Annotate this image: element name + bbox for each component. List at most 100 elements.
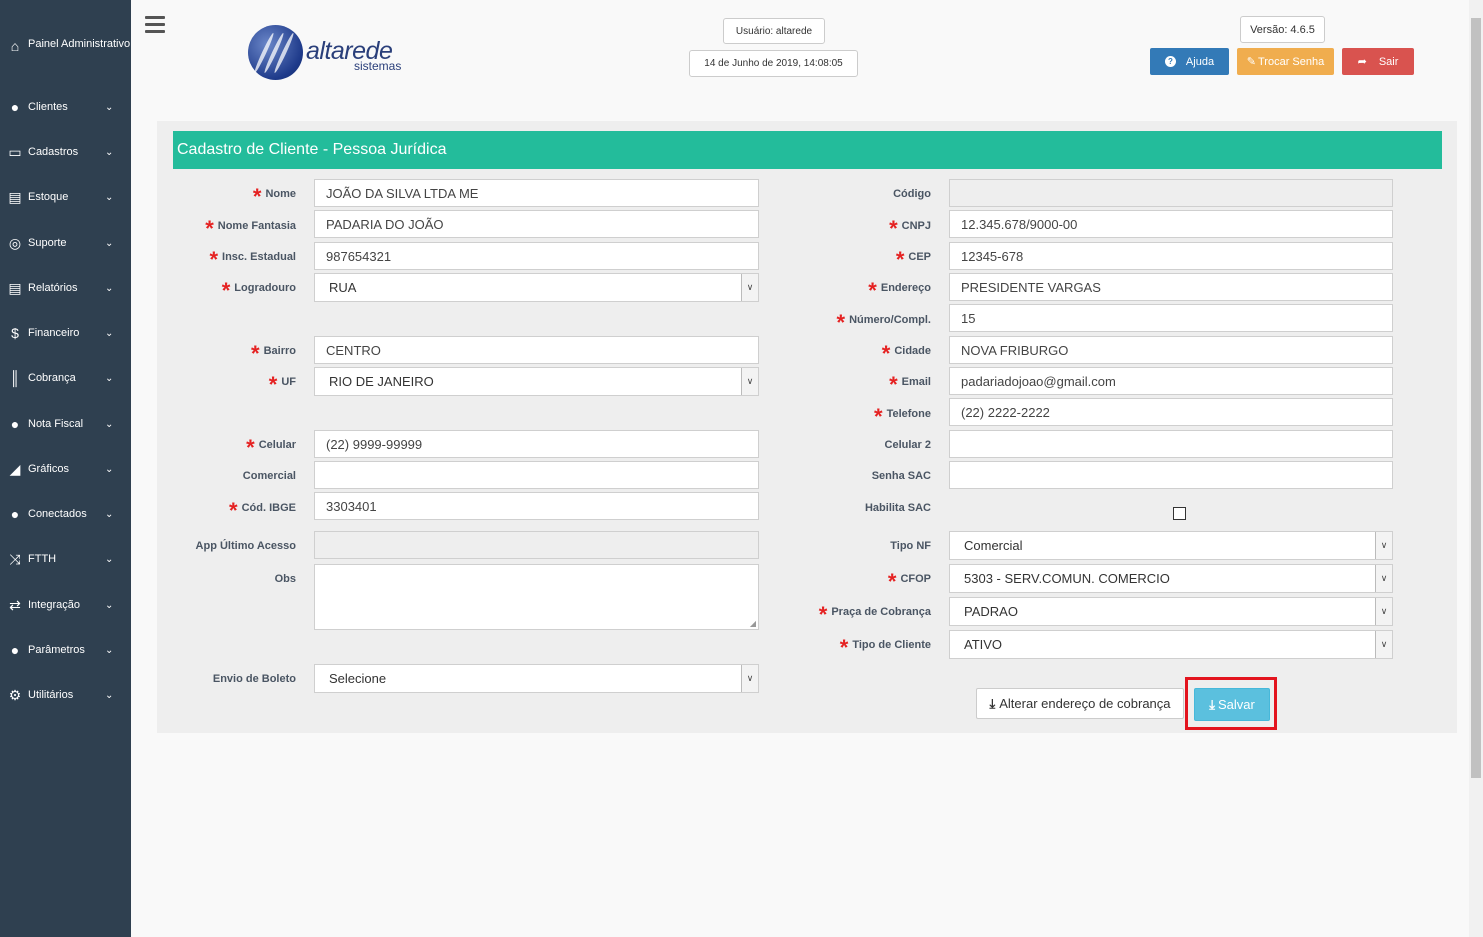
- retweet-icon: ⇄: [9, 596, 21, 613]
- dollar-icon: $: [11, 325, 19, 341]
- user-badge: Usuário: altarede: [723, 18, 825, 44]
- sidebar-item-financeiro[interactable]: $ Financeiro ⌄: [0, 318, 131, 348]
- tipo-cliente-select[interactable]: ATIVO ∨: [949, 630, 1393, 659]
- user-icon: ●: [10, 416, 20, 432]
- chevron-down-icon: ⌄: [105, 327, 114, 339]
- sidebar-item-estoque[interactable]: ▤ Estoque ⌄: [0, 182, 131, 212]
- alterar-endereco-cobranca-button[interactable]: ⤓ Alterar endereço de cobrança: [976, 688, 1184, 719]
- logout-button[interactable]: ➦ Sair: [1342, 48, 1414, 75]
- users-icon: ●: [10, 506, 20, 522]
- obs-textarea[interactable]: ◢: [314, 564, 759, 630]
- celular2-field[interactable]: [949, 430, 1393, 458]
- label-numero: * Número/Compl.: [836, 310, 931, 335]
- alterar-label: Alterar endereço de cobrança: [999, 696, 1171, 711]
- sidebar-item-label: Relatórios: [28, 282, 78, 294]
- required-asterisk-icon: *: [229, 498, 238, 523]
- bairro-field[interactable]: CENTRO: [314, 336, 759, 364]
- required-asterisk-icon: *: [268, 372, 278, 397]
- cfop-select[interactable]: 5303 - SERV.COMUN. COMERCIO ∨: [949, 564, 1393, 593]
- sidebar-item-label: Parâmetros: [28, 644, 85, 656]
- chevron-down-icon: ⌄: [105, 191, 114, 203]
- edit-icon: ✎: [1246, 56, 1256, 68]
- cod-ibge-field[interactable]: 3303401: [314, 492, 759, 520]
- barcode-icon: ║: [10, 370, 20, 386]
- sidebar-item-clientes[interactable]: ● Clientes ⌄: [0, 92, 131, 122]
- save-button[interactable]: ⤓ Salvar: [1194, 688, 1270, 721]
- chevron-down-icon: ⌄: [105, 644, 114, 656]
- envio-boleto-select[interactable]: Selecione ∨: [314, 664, 759, 693]
- insc-estadual-field[interactable]: 987654321: [314, 242, 759, 270]
- help-button[interactable]: ? Ajuda: [1150, 48, 1229, 75]
- required-asterisk-icon: *: [874, 404, 883, 429]
- label-insc-estadual: * Insc. Estadual: [209, 247, 296, 272]
- sidebar-item-label: Nota Fiscal: [28, 418, 84, 430]
- scrollbar-thumb[interactable]: [1471, 18, 1481, 778]
- sidebar-item-suporte[interactable]: ◎ Suporte ⌄: [0, 228, 131, 258]
- label-envio-boleto: Envio de Boleto: [212, 673, 296, 685]
- required-asterisk-icon: *: [887, 569, 897, 594]
- save-label: Salvar: [1217, 697, 1255, 712]
- sidebar-item-graficos[interactable]: ◢ Gráficos ⌄: [0, 454, 131, 484]
- question-icon: ?: [1164, 56, 1176, 67]
- sidebar-item-ftth[interactable]: ⤨ FTTH ⌄: [0, 544, 131, 574]
- numero-field[interactable]: 15: [949, 304, 1393, 332]
- nome-fantasia-field[interactable]: PADARIA DO JOÃO: [314, 210, 759, 238]
- habilita-sac-checkbox[interactable]: [1173, 507, 1186, 520]
- datetime-badge: 14 de Junho de 2019, 14:08:05: [689, 50, 858, 77]
- endereco-field[interactable]: PRESIDENTE VARGAS: [949, 273, 1393, 301]
- senha-sac-field[interactable]: [949, 461, 1393, 489]
- tipo-nf-value: Comercial: [964, 538, 1023, 553]
- label-uf: * UF: [268, 372, 296, 397]
- share-icon: ➦: [1357, 56, 1367, 68]
- label-codigo: Código: [893, 188, 931, 200]
- logradouro-select[interactable]: RUA ∨: [314, 273, 759, 302]
- resize-grip-icon[interactable]: ◢: [750, 619, 756, 628]
- praca-cobranca-select[interactable]: PADRAO ∨: [949, 597, 1393, 626]
- email-field[interactable]: padariadojoao@gmail.com: [949, 367, 1393, 395]
- change-password-button[interactable]: ✎ Trocar Senha: [1237, 48, 1334, 75]
- sidebar-item-conectados[interactable]: ● Conectados ⌄: [0, 499, 131, 529]
- sidebar-item-cadastros[interactable]: ▭ Cadastros ⌄: [0, 137, 131, 167]
- celular-field[interactable]: (22) 9999-99999: [314, 430, 759, 458]
- label-cep: * CEP: [895, 247, 931, 272]
- cep-field[interactable]: 12345-678: [949, 242, 1393, 270]
- scrollbar[interactable]: [1469, 0, 1483, 937]
- uf-value: RIO DE JANEIRO: [329, 374, 434, 389]
- sidebar-item-relatorios[interactable]: ▤ Relatórios ⌄: [0, 273, 131, 303]
- label-email: * Email: [889, 372, 931, 397]
- sidebar-item-label: Financeiro: [28, 327, 80, 339]
- download-icon: ⤓: [989, 695, 996, 711]
- label-obs: Obs: [274, 573, 296, 585]
- label-cidade: * Cidade: [881, 341, 931, 366]
- form-title: Cadastro de Cliente - Pessoa Jurídica: [173, 131, 1442, 169]
- label-cod-ibge: * Cód. IBGE: [229, 498, 296, 523]
- help-label: Ajuda: [1185, 55, 1215, 68]
- sidebar-item-parametros[interactable]: ● Parâmetros ⌄: [0, 635, 131, 665]
- sidebar-item-utilitarios[interactable]: ⚙ Utilitários ⌄: [0, 680, 131, 710]
- sidebar-item-label: Conectados: [28, 508, 87, 520]
- sidebar-item-label: Cadastros: [28, 146, 79, 158]
- sidebar-item-painel[interactable]: ⌂ Painel Administrativo: [0, 36, 131, 72]
- sidebar-item-nota-fiscal[interactable]: ● Nota Fiscal ⌄: [0, 409, 131, 439]
- logo-sub: sistemas: [354, 59, 402, 73]
- logradouro-value: RUA: [329, 280, 357, 295]
- tipo-cliente-value: ATIVO: [964, 637, 1003, 652]
- cnpj-field[interactable]: 12.345.678/9000-00: [949, 210, 1393, 238]
- uf-select[interactable]: RIO DE JANEIRO ∨: [314, 367, 759, 396]
- menu-toggle-icon[interactable]: [145, 16, 165, 34]
- chevron-down-icon: ⌄: [105, 599, 114, 611]
- envio-boleto-value: Selecione: [329, 671, 387, 686]
- tipo-nf-select[interactable]: Comercial ∨: [949, 531, 1393, 560]
- nome-field[interactable]: JOÃO DA SILVA LTDA ME: [314, 179, 759, 207]
- telefone-field[interactable]: (22) 2222-2222: [949, 398, 1393, 426]
- required-asterisk-icon: *: [839, 635, 849, 660]
- sidebar-item-cobranca[interactable]: ║ Cobrança ⌄: [0, 363, 131, 393]
- logout-label: Sair: [1378, 55, 1399, 68]
- globe-icon: [248, 25, 303, 80]
- required-asterisk-icon: *: [209, 247, 219, 272]
- comercial-field[interactable]: [314, 461, 759, 489]
- cidade-field[interactable]: NOVA FRIBURGO: [949, 336, 1393, 364]
- label-praca-cobranca: * Praça de Cobrança: [818, 602, 931, 627]
- sidebar-item-label: Cobrança: [28, 372, 76, 384]
- sidebar-item-integracao[interactable]: ⇄ Integração ⌄: [0, 590, 131, 620]
